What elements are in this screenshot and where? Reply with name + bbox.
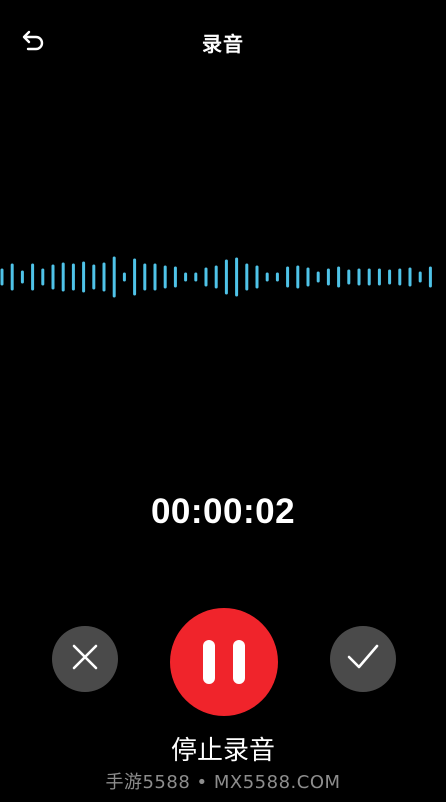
save-recording-button[interactable] — [330, 626, 396, 692]
pause-bar-right — [233, 640, 245, 684]
pause-bar-left — [203, 640, 215, 684]
pause-icon — [194, 640, 254, 684]
audio-waveform — [0, 256, 432, 298]
stop-recording-label[interactable]: 停止录音 — [0, 730, 446, 767]
recording-timer: 00:00:02 — [150, 492, 296, 531]
pause-recording-button[interactable] — [170, 608, 278, 716]
cancel-recording-button[interactable] — [52, 626, 118, 692]
checkmark-icon — [346, 642, 380, 676]
watermark-text: 手游5588 • MX5588.COM — [105, 772, 341, 793]
page-title: 录音 — [202, 32, 244, 56]
close-icon — [70, 642, 100, 676]
top-bar: 录音 — [0, 0, 446, 84]
